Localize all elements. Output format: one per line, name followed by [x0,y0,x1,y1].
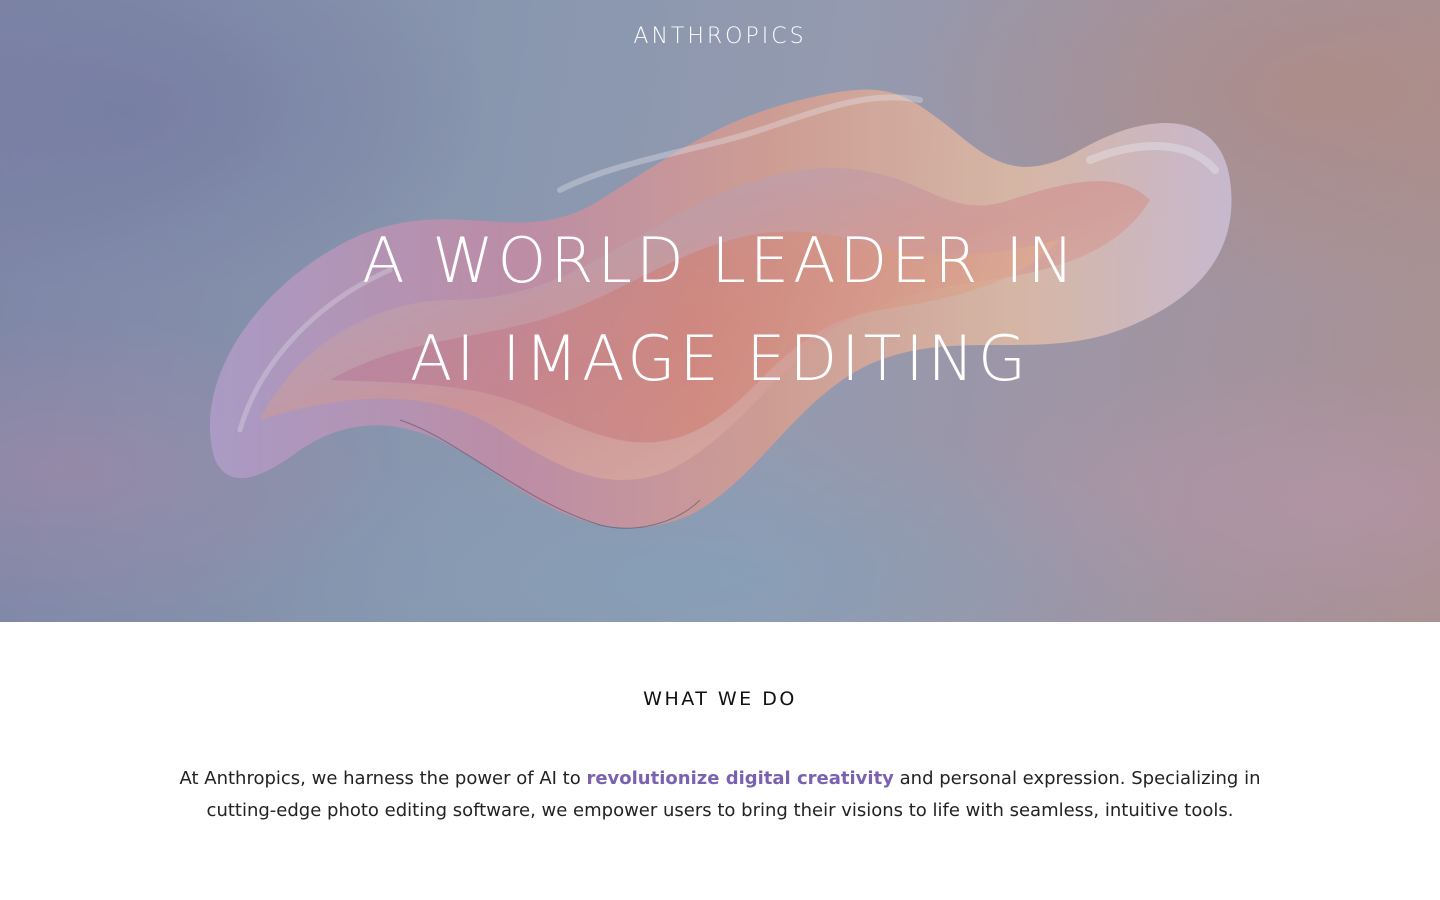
section-title: WHAT WE DO [643,688,797,710]
hero-banner: ANTHROPICS A WORLD LEADER IN AI IMAGE ED… [0,0,1440,622]
hero-headline-line-1: A WORLD LEADER IN [362,224,1078,297]
brand-logo[interactable]: ANTHROPICS [0,24,1440,49]
what-we-do-section: WHAT WE DO At Anthropics, we harness the… [0,622,1440,900]
section-body: At Anthropics, we harness the power of A… [160,763,1280,827]
body-text-start: At Anthropics, we harness the power of A… [179,768,587,789]
body-highlight: revolutionize digital creativity [586,768,894,789]
hero-headline-line-2: AI IMAGE EDITING [409,322,1031,395]
hero-headline: A WORLD LEADER IN AI IMAGE EDITING [0,212,1440,408]
